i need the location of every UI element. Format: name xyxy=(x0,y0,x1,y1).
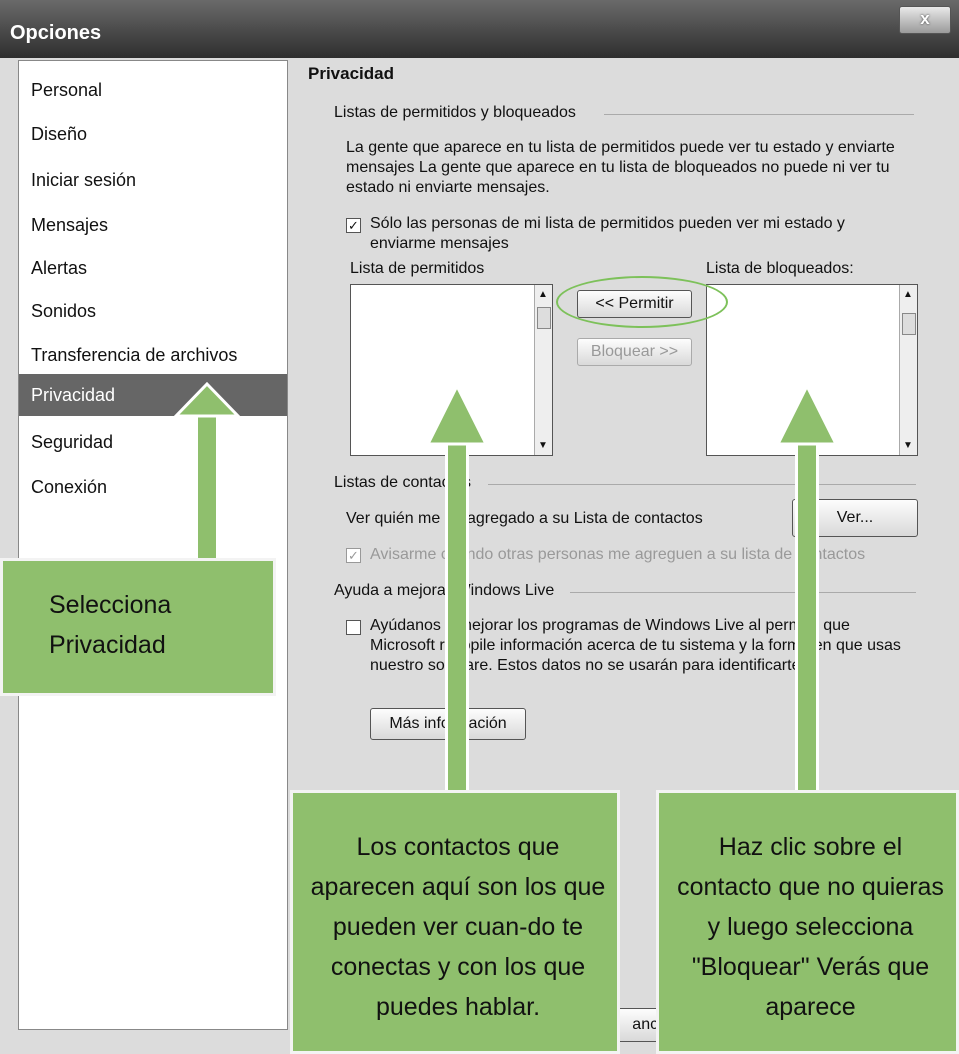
group-divider xyxy=(570,592,916,593)
sidebar-item-label: Alertas xyxy=(31,258,88,278)
block-button[interactable]: Bloquear >> xyxy=(577,338,692,366)
sidebar-item-label: Personal xyxy=(31,80,103,100)
sidebar-item-label: Mensajes xyxy=(31,215,109,235)
sidebar-item-seguridad[interactable]: Seguridad xyxy=(19,421,287,463)
scroll-up-icon[interactable]: ▲ xyxy=(900,289,916,300)
page-title: Privacidad xyxy=(308,64,394,83)
sidebar-item-label: Diseño xyxy=(31,124,88,144)
lists-group-title: Listas de permitidos y bloqueados xyxy=(334,104,576,121)
group-divider xyxy=(488,484,916,485)
arrow-shaft xyxy=(195,412,219,562)
sidebar-item-transferencia[interactable]: Transferencia de archivos xyxy=(19,334,287,376)
callout-text: Los contactos que aparecen aquí son los … xyxy=(310,833,606,1021)
lists-description: La gente que aparece en tu lista de perm… xyxy=(346,139,895,196)
who-added-label: Ver quién me ha agregado a su Lista de c… xyxy=(346,510,703,527)
close-icon: x xyxy=(920,9,930,28)
sidebar-item-personal[interactable]: Personal xyxy=(19,69,287,111)
arrow-up-icon xyxy=(776,384,838,446)
callout-text: Selecciona Privacidad xyxy=(49,591,172,659)
scroll-up-icon[interactable]: ▲ xyxy=(535,289,551,300)
title-bar: Opciones x xyxy=(0,0,959,58)
scroll-thumb[interactable] xyxy=(537,307,551,329)
scroll-thumb[interactable] xyxy=(902,313,916,335)
group-divider xyxy=(604,114,914,115)
sidebar-item-label: Seguridad xyxy=(31,432,114,452)
block-list-label: Lista de bloqueados: xyxy=(706,260,854,277)
callout-blocked-list: Haz clic sobre el contacto que no quiera… xyxy=(656,790,959,1054)
sidebar-item-mensajes[interactable]: Mensajes xyxy=(19,204,287,246)
callout-select-privacy: Selecciona Privacidad xyxy=(0,558,276,696)
help-improve-checkbox[interactable] xyxy=(346,620,361,635)
allow-list-scrollbar[interactable]: ▲ ▼ xyxy=(534,285,552,455)
scroll-down-icon[interactable]: ▼ xyxy=(535,440,551,451)
arrow-up-icon xyxy=(426,384,488,446)
callout-allowed-list: Los contactos que aparecen aquí son los … xyxy=(290,790,620,1054)
options-sidebar: Personal Diseño Iniciar sesión Mensajes … xyxy=(18,60,288,1030)
sidebar-item-label: Sonidos xyxy=(31,301,97,321)
sidebar-item-label: Conexión xyxy=(31,477,108,497)
sidebar-item-diseno[interactable]: Diseño xyxy=(19,113,287,155)
callout-text: Haz clic sobre el contacto que no quiera… xyxy=(677,833,944,1021)
arrow-up-icon xyxy=(174,382,240,418)
scroll-down-icon[interactable]: ▼ xyxy=(900,440,916,451)
sidebar-item-label: Transferencia de archivos xyxy=(31,345,238,365)
window-title: Opciones xyxy=(10,22,102,44)
sidebar-item-sonidos[interactable]: Sonidos xyxy=(19,290,287,332)
only-allowed-checkbox[interactable]: ✓ xyxy=(346,218,361,233)
sidebar-item-conexion[interactable]: Conexión xyxy=(19,466,287,508)
arrow-shaft xyxy=(445,440,469,795)
notify-checkbox[interactable]: ✓ xyxy=(346,548,361,563)
sidebar-item-privacidad[interactable]: Privacidad xyxy=(19,374,287,416)
sidebar-item-alertas[interactable]: Alertas xyxy=(19,247,287,289)
allow-list-label: Lista de permitidos xyxy=(350,260,485,277)
close-button[interactable]: x xyxy=(899,6,951,34)
arrow-shaft xyxy=(795,440,819,795)
highlight-ellipse xyxy=(556,276,728,328)
only-allowed-label: Sólo las personas de mi lista de permiti… xyxy=(370,215,845,252)
check-icon: ✓ xyxy=(348,548,359,563)
sidebar-item-label: Privacidad xyxy=(31,385,116,405)
check-icon: ✓ xyxy=(348,218,359,233)
sidebar-item-iniciar-sesion[interactable]: Iniciar sesión xyxy=(19,159,287,201)
block-list-scrollbar[interactable]: ▲ ▼ xyxy=(899,285,917,455)
sidebar-item-label: Iniciar sesión xyxy=(31,170,137,190)
